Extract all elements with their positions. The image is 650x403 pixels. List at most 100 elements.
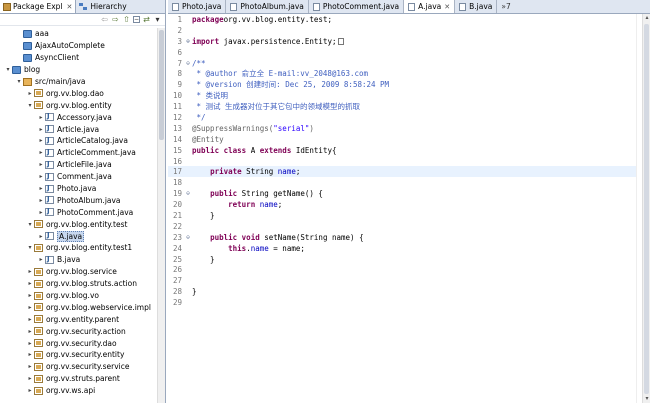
collapse-arrow-icon[interactable]: ▸ [26, 280, 34, 287]
tree-item[interactable]: ▾ org.vv.blog.entity.test1 [0, 242, 162, 254]
tree-item[interactable]: ▸ org.vv.struts.parent [0, 373, 162, 385]
tree-item[interactable]: ▸ Photo.java [0, 183, 162, 195]
collapse-arrow-icon[interactable]: ▸ [26, 90, 34, 97]
collapse-arrow-icon[interactable]: ▸ [37, 126, 45, 133]
tree-item[interactable]: ▸ ArticleComment.java [0, 147, 162, 159]
tree-item[interactable]: ▸ Accessory.java [0, 111, 162, 123]
tree-item[interactable]: ▸ org.vv.blog.webservice.impl [0, 301, 162, 313]
code-area[interactable]: 1 packageorg.vv.blog.entity.test; 2 3 ⊕ impor… [168, 14, 636, 403]
tree-item[interactable]: ▸ org.vv.security.dao [0, 337, 162, 349]
tab-hierarchy[interactable]: Hierarchy [76, 0, 129, 13]
back-icon[interactable]: ⇦ [100, 15, 109, 24]
tree-item[interactable]: ▸ org.vv.entity.parent [0, 313, 162, 325]
code-line[interactable]: 7 ⊖/** [168, 58, 636, 69]
code-line[interactable]: 13 @SuppressWarnings("serial") [168, 123, 636, 134]
code-line[interactable]: 2 [168, 25, 636, 36]
tree-item[interactable]: ▸ org.vv.security.service [0, 361, 162, 373]
collapse-arrow-icon[interactable]: ▸ [37, 233, 45, 240]
collapse-arrow-icon[interactable]: ▸ [37, 137, 45, 144]
code-line[interactable]: 28} [168, 286, 636, 297]
tab-package-explorer[interactable]: Package Expl ✕ [0, 0, 77, 13]
editor-scrollbar[interactable]: ▴ ▾ [642, 14, 650, 403]
tree-item[interactable]: ▾ src/main/java [0, 76, 162, 88]
code-line[interactable]: 11 * 测试 生成器对位于其它包中的领域模型的抓取 [168, 101, 636, 112]
tree-item[interactable]: ▸ Comment.java [0, 171, 162, 183]
tree-item[interactable]: ▸ ArticleCatalog.java [0, 135, 162, 147]
tree-item[interactable]: ▾ org.vv.blog.entity.test [0, 218, 162, 230]
tree-item[interactable]: ▸ PhotoComment.java [0, 206, 162, 218]
editor-tab[interactable]: B.java [455, 0, 498, 13]
tree-item[interactable]: ▸ ArticleFile.java [0, 159, 162, 171]
close-icon[interactable]: ✕ [444, 3, 450, 11]
editor-tab[interactable]: PhotoAlbum.java [226, 0, 309, 13]
collapse-arrow-icon[interactable]: ▸ [26, 351, 34, 358]
tree-item[interactable]: ▸ org.vv.security.entity [0, 349, 162, 361]
collapse-arrow-icon[interactable]: ▸ [37, 256, 45, 263]
expand-arrow-icon[interactable]: ▾ [26, 221, 34, 228]
tree-item[interactable]: ▾ blog [0, 64, 162, 76]
fold-toggle-icon[interactable]: ⊖ [184, 234, 192, 241]
collapse-arrow-icon[interactable]: ▸ [26, 387, 34, 394]
collapse-arrow-icon[interactable]: ▸ [37, 161, 45, 168]
collapse-arrow-icon[interactable]: ▸ [37, 114, 45, 121]
collapse-arrow-icon[interactable]: ▸ [26, 304, 34, 311]
tree-item[interactable]: ▸ org.vv.blog.struts.action [0, 278, 162, 290]
scroll-thumb[interactable] [159, 30, 164, 140]
tree-item[interactable]: ▾ org.vv.blog.entity [0, 99, 162, 111]
code-line[interactable]: 24 this.name = name; [168, 243, 636, 254]
code-line[interactable]: 20 return name; [168, 199, 636, 210]
fold-toggle-icon[interactable]: ⊖ [184, 60, 192, 67]
code-line[interactable]: 19 ⊖ public String getName() { [168, 188, 636, 199]
code-line[interactable]: 18 [168, 177, 636, 188]
editor-tab[interactable]: A.java ✕ [404, 0, 456, 13]
code-line[interactable]: 21 } [168, 210, 636, 221]
code-line[interactable]: 22 [168, 221, 636, 232]
collapse-all-icon[interactable]: − [133, 16, 140, 23]
collapse-arrow-icon[interactable]: ▸ [37, 185, 45, 192]
expand-arrow-icon[interactable]: ▾ [26, 244, 34, 251]
code-line[interactable]: 26 [168, 264, 636, 275]
code-line[interactable]: 16 [168, 156, 636, 167]
code-line[interactable]: 17 private String name; [168, 166, 636, 178]
code-line[interactable]: 10 * 类说明 [168, 90, 636, 101]
collapse-arrow-icon[interactable]: ▸ [26, 375, 34, 382]
code-line[interactable]: 1 packageorg.vv.blog.entity.test; [168, 14, 636, 25]
collapse-arrow-icon[interactable]: ▸ [26, 316, 34, 323]
tree-item[interactable]: AsyncClient [0, 52, 162, 64]
link-editor-icon[interactable]: ⇄ [142, 15, 151, 24]
tree-item[interactable]: ▸ org.vv.security.action [0, 325, 162, 337]
tree-scrollbar[interactable] [157, 28, 165, 403]
code-line[interactable]: 6 [168, 47, 636, 58]
tree-item[interactable]: ▸ org.vv.blog.vo [0, 290, 162, 302]
code-line[interactable]: 14 @Entity [168, 134, 636, 145]
forward-icon[interactable]: ⇨ [111, 15, 120, 24]
close-icon[interactable]: ✕ [67, 3, 73, 11]
tree-item[interactable]: aaa [0, 28, 162, 40]
up-icon[interactable]: ⇧ [122, 15, 131, 24]
editor-tab[interactable]: Photo.java [168, 0, 227, 13]
tree-item[interactable]: ▸ org.vv.blog.dao [0, 87, 162, 99]
scroll-thumb[interactable] [644, 24, 649, 394]
collapse-arrow-icon[interactable]: ▸ [26, 340, 34, 347]
tree-item[interactable]: AjaxAutoComplete [0, 40, 162, 52]
view-menu-icon[interactable]: ▾ [153, 15, 162, 24]
collapse-arrow-icon[interactable]: ▸ [26, 363, 34, 370]
tree-item[interactable]: ▸ PhotoAlbum.java [0, 194, 162, 206]
tree-item[interactable]: ▸ org.vv.ws.api [0, 385, 162, 397]
collapse-arrow-icon[interactable]: ▸ [26, 292, 34, 299]
code-line[interactable]: 9 * @version 创建时间: Dec 25, 2009 8:58:24 … [168, 79, 636, 90]
expand-arrow-icon[interactable]: ▾ [15, 78, 23, 85]
collapse-arrow-icon[interactable]: ▸ [26, 268, 34, 275]
code-line[interactable]: 27 [168, 275, 636, 286]
expand-arrow-icon[interactable]: ▾ [4, 66, 12, 73]
expand-arrow-icon[interactable]: ▾ [26, 102, 34, 109]
collapse-arrow-icon[interactable]: ▸ [37, 197, 45, 204]
fold-toggle-icon[interactable]: ⊖ [184, 190, 192, 197]
collapse-arrow-icon[interactable]: ▸ [26, 328, 34, 335]
code-line[interactable]: 12 */ [168, 112, 636, 123]
tree-item[interactable]: ▸ org.vv.blog.service [0, 266, 162, 278]
code-line[interactable]: 29 [168, 297, 636, 308]
fold-toggle-icon[interactable]: ⊕ [184, 38, 192, 45]
code-line[interactable]: 3 ⊕ import javax.persistence.Entity; [168, 36, 636, 47]
code-line[interactable]: 23 ⊖ public void setName(String name) { [168, 232, 636, 243]
